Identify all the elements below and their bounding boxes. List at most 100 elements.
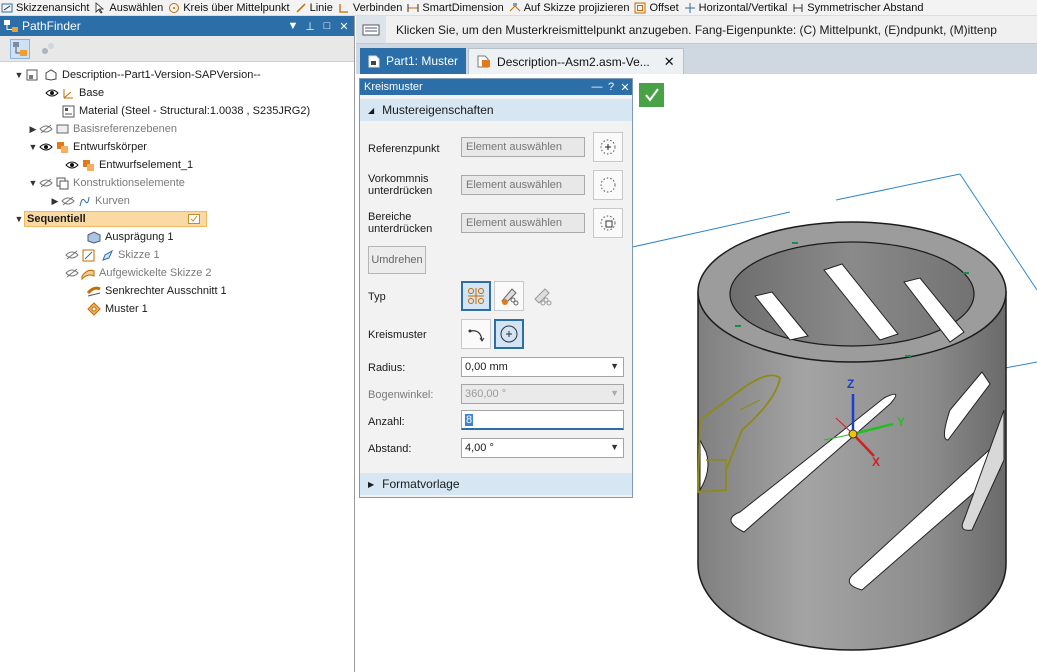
tab-close-icon[interactable]: ✕ [664, 54, 675, 70]
dropdown-icon[interactable]: ▼ [286, 20, 300, 32]
tree-node-material[interactable]: Material (Steel - Structural:1.0038 , S2… [60, 102, 310, 120]
full-circle-pattern-button[interactable] [494, 319, 524, 349]
collapse-arrow-icon[interactable]: ▼ [14, 70, 24, 80]
project-sketch-button[interactable]: Auf Skizze projizieren [508, 0, 634, 15]
eye-icon[interactable] [38, 141, 54, 153]
tree-view-icon [13, 41, 27, 56]
sketch-icon [80, 248, 96, 262]
tree-node-construction[interactable]: ▼ Konstruktionselemente [28, 174, 185, 192]
collapse-arrow-icon[interactable]: ▼ [28, 142, 38, 152]
tree-node-protrusion[interactable]: Ausprägung 1 [86, 228, 174, 246]
tree-node-sequential[interactable]: ▼ Sequentiell [14, 210, 207, 228]
tree-node-sketch[interactable]: Skizze 1 [64, 246, 160, 264]
close-icon[interactable]: ✕ [618, 81, 632, 94]
eye-icon[interactable] [44, 87, 60, 99]
connect-button[interactable]: Verbinden [337, 0, 407, 15]
dialog-title: Kreismuster [364, 81, 423, 93]
tree-node-part[interactable]: ▼ Description--Part1-Version-SAPVersion-… [14, 66, 261, 84]
type-adjustable-button[interactable] [527, 281, 557, 311]
tree-node-reference-planes[interactable]: ▶ Basisreferenzebenen [28, 120, 177, 138]
pin-icon[interactable]: ⊥ [303, 20, 317, 33]
suppress-regions-label: Bereiche unterdrücken [368, 211, 433, 235]
tree-label: Aufgewickelte Skizze 2 [99, 267, 212, 279]
tab-asm2[interactable]: Description--Asm2.asm-Ve... ✕ [468, 48, 684, 74]
checkmark-box-icon [188, 214, 200, 224]
reference-point-label: Referenzpunkt [368, 143, 440, 155]
tree-node-wrapped-sketch[interactable]: Aufgewickelte Skizze 2 [64, 264, 212, 282]
close-icon[interactable]: ✕ [337, 20, 351, 33]
hidden-eye-icon[interactable] [38, 123, 54, 135]
horizontal-vertical-label: Horizontal/Vertikal [698, 1, 788, 14]
smart-dimension-button[interactable]: SmartDimension [406, 0, 507, 15]
circle-center-button[interactable]: Kreis über Mittelpunkt [167, 0, 293, 15]
tree-node-design-element[interactable]: Entwurfselement_1 [64, 156, 193, 174]
pick-regions-button[interactable] [593, 208, 623, 238]
document-tabs: Part1: Muster Description--Asm2.asm-Ve..… [356, 44, 1037, 74]
collapse-triangle-icon: ◢ [368, 105, 375, 115]
expand-arrow-icon[interactable]: ▶ [28, 124, 38, 135]
eye-icon[interactable] [64, 159, 80, 171]
tree-label: Konstruktionselemente [73, 177, 185, 189]
format-template-section[interactable]: ▶ Formatvorlage [360, 473, 632, 495]
tree-node-design-body[interactable]: ▼ Entwurfskörper [28, 138, 147, 156]
maximize-icon[interactable]: □ [320, 20, 334, 32]
arc-angle-value: 360,00 ° [465, 388, 507, 400]
arc-pattern-button[interactable] [461, 319, 491, 349]
collapse-arrow-icon[interactable]: ▼ [14, 214, 24, 224]
count-input[interactable]: 8 [461, 410, 624, 430]
tab-part1[interactable]: Part1: Muster [360, 48, 467, 74]
relationships-button[interactable] [38, 39, 58, 59]
tree-node-normal-cutout[interactable]: Senkrechter Ausschnitt 1 [86, 282, 227, 300]
pick-occurrence-button[interactable] [593, 170, 623, 200]
suppress-occurrence-field[interactable]: Element auswählen [461, 175, 585, 195]
connect-icon [339, 3, 348, 13]
keyboard-icon [362, 24, 380, 35]
spacing-value: 4,00 ° [465, 442, 494, 454]
symmetric-distance-icon [793, 3, 803, 12]
command-bar: Skizzenansicht Auswählen Kreis über Mitt… [0, 0, 1037, 16]
radius-value: 0,00 mm [465, 361, 508, 373]
tab-label: Part1: Muster [386, 54, 459, 68]
protrusion-icon [86, 230, 102, 244]
hidden-eye-icon[interactable] [38, 177, 54, 189]
offset-button[interactable]: Offset [633, 0, 682, 15]
horizontal-vertical-button[interactable]: Horizontal/Vertikal [683, 0, 792, 15]
suppress-regions-field[interactable]: Element auswählen [461, 213, 585, 233]
pick-point-icon [600, 139, 616, 155]
type-smart-button[interactable] [494, 281, 524, 311]
chevron-down-icon[interactable]: ▼ [610, 361, 619, 371]
tree-label: Base [79, 87, 105, 99]
expand-arrow-icon[interactable]: ▶ [50, 196, 60, 207]
hidden-eye-icon[interactable] [60, 195, 76, 207]
reference-point-field[interactable]: Element auswählen [461, 137, 585, 157]
spacing-combo[interactable]: 4,00 ° ▼ [461, 438, 624, 458]
select-button[interactable]: Auswählen [93, 0, 167, 15]
circular-pattern-label: Kreismuster [368, 329, 427, 341]
minimize-icon[interactable]: — [590, 81, 604, 93]
tree-node-pattern[interactable]: Muster 1 [86, 300, 148, 318]
pathfinder-icon [4, 20, 18, 32]
tree-view-button[interactable] [10, 38, 30, 59]
hidden-eye-icon[interactable] [64, 249, 80, 261]
help-icon[interactable]: ? [604, 81, 618, 93]
pick-occurrence-icon [600, 177, 616, 193]
radius-combo[interactable]: 0,00 mm ▼ [461, 357, 624, 377]
axis-z-label: Z [847, 377, 854, 391]
tree-label: Description--Part1-Version-SAPVersion-- [62, 69, 261, 81]
hidden-eye-icon[interactable] [64, 267, 80, 279]
sketch-view-button[interactable]: Skizzenansicht [0, 0, 93, 15]
flip-button[interactable]: Umdrehen [368, 246, 426, 274]
pattern-properties-section[interactable]: ◢ Mustereigenschaften [360, 99, 632, 121]
accept-button[interactable] [639, 83, 664, 107]
pick-reference-point-button[interactable] [593, 132, 623, 162]
type-fast-button[interactable] [461, 281, 491, 311]
prompt-toggle-button[interactable] [356, 16, 386, 43]
line-button[interactable]: Linie [294, 0, 337, 15]
tree-node-curves[interactable]: ▶ Kurven [50, 192, 130, 210]
sequential-header[interactable]: Sequentiell [24, 211, 207, 227]
chevron-down-icon[interactable]: ▼ [610, 442, 619, 452]
pattern-icon [86, 302, 102, 316]
tree-node-base[interactable]: Base [44, 84, 104, 102]
symmetric-distance-button[interactable]: Symmetrischer Abstand [791, 0, 927, 15]
collapse-arrow-icon[interactable]: ▼ [28, 178, 38, 188]
